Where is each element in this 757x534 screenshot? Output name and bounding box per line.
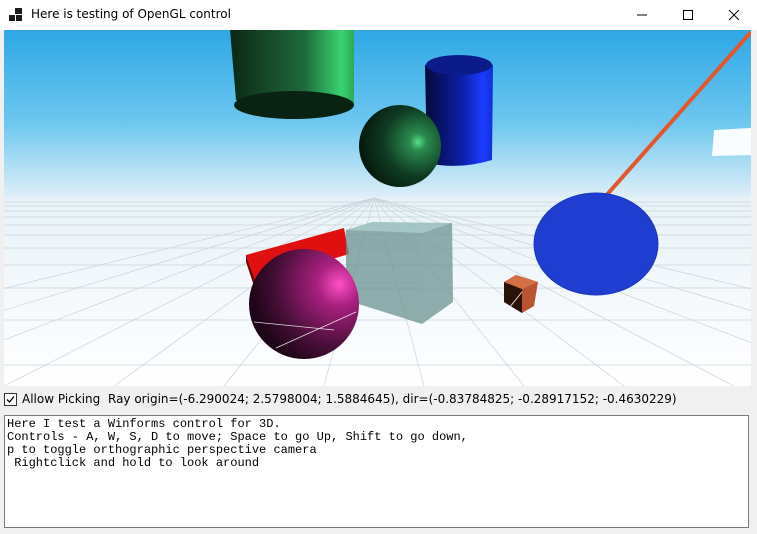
app-window-icon	[9, 8, 23, 22]
minimize-button[interactable]	[619, 0, 665, 30]
close-button[interactable]	[711, 0, 757, 30]
ray-info-label: Ray origin=(-6.290024; 2.5798004; 1.5884…	[108, 392, 677, 406]
close-icon	[728, 9, 740, 21]
picking-row: Allow Picking Ray origin=(-6.290024; 2.5…	[0, 388, 757, 412]
maximize-icon	[683, 10, 693, 20]
log-textbox[interactable]: Here I test a Winforms control for 3D. C…	[4, 415, 749, 528]
minimize-icon	[637, 14, 647, 16]
title-bar[interactable]: Here is testing of OpenGL control	[0, 0, 757, 30]
opengl-viewport[interactable]	[4, 30, 751, 386]
scene-3d	[4, 30, 751, 386]
allow-picking-label[interactable]: Allow Picking	[22, 392, 100, 406]
maximize-button[interactable]	[665, 0, 711, 30]
window-title: Here is testing of OpenGL control	[31, 7, 231, 21]
allow-picking-checkbox[interactable]	[4, 393, 17, 406]
checkmark-icon	[6, 396, 15, 403]
